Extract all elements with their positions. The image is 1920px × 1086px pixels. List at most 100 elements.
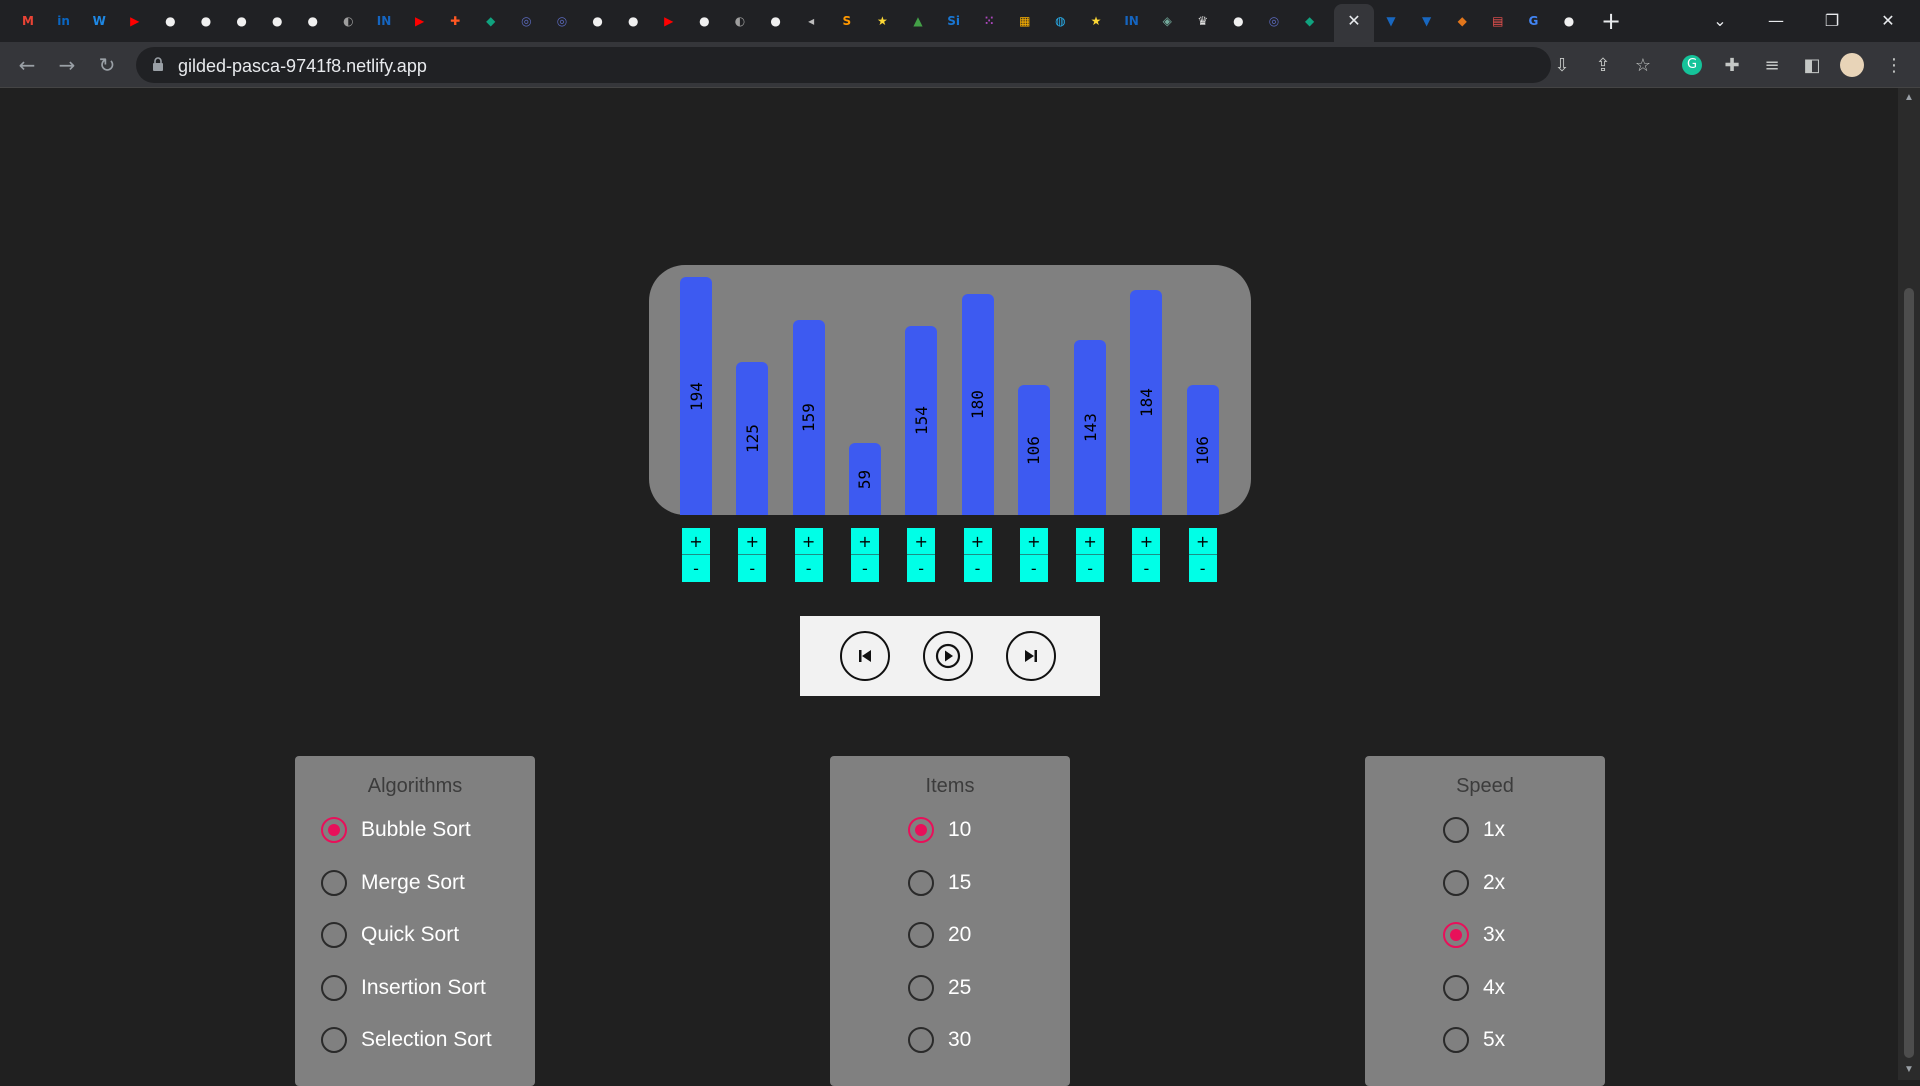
globe-icon[interactable]: ◐ (729, 10, 751, 32)
google-icon[interactable]: G (1522, 10, 1544, 32)
increment-button[interactable]: + (1188, 528, 1217, 555)
radio-button[interactable] (908, 974, 934, 1001)
speed-option[interactable]: 4x (1443, 968, 1505, 1008)
speaker-icon[interactable]: ◂ (800, 10, 822, 32)
decrement-button[interactable]: - (738, 555, 766, 582)
algorithms-option[interactable]: Selection Sort (321, 1020, 492, 1060)
forward-icon[interactable]: → (52, 50, 82, 80)
github-icon[interactable]: ● (622, 10, 644, 32)
store-icon[interactable]: ▤ (1487, 10, 1509, 32)
puzzle-icon[interactable]: ✚ (444, 10, 466, 32)
extensions-icon[interactable]: ✚ (1719, 52, 1745, 78)
decrement-button[interactable]: - (851, 555, 879, 582)
github-icon[interactable]: ● (159, 10, 181, 32)
share-icon[interactable]: ⇪ (1590, 52, 1616, 78)
decrement-button[interactable]: - (682, 555, 710, 582)
star-icon[interactable]: ★ (871, 10, 893, 32)
decrement-button[interactable]: - (1132, 555, 1160, 582)
swirl-icon[interactable]: ◎ (551, 10, 573, 32)
items-option[interactable]: 25 (908, 968, 971, 1008)
radio-button[interactable] (1443, 1027, 1469, 1053)
radio-button[interactable] (908, 922, 934, 948)
avatar[interactable] (1839, 52, 1865, 78)
items-option[interactable]: 30 (908, 1020, 971, 1060)
algorithms-option[interactable]: Bubble Sort (321, 810, 471, 850)
vuetify-icon[interactable]: ▼ (1416, 10, 1438, 32)
media-icon[interactable]: ≡ (1759, 52, 1785, 78)
radio-button[interactable] (1443, 922, 1469, 948)
restore-icon[interactable]: ❐ (1804, 0, 1860, 40)
decrement-button[interactable]: - (1020, 555, 1048, 582)
github-icon[interactable]: ● (195, 10, 217, 32)
radio-button[interactable] (1443, 869, 1469, 896)
tab-search-icon[interactable]: ⌄ (1692, 0, 1748, 40)
github-icon[interactable]: ● (302, 10, 324, 32)
metamask-icon[interactable]: ◆ (1451, 10, 1473, 32)
close-icon[interactable]: ✕ (1343, 9, 1365, 31)
swirl-icon[interactable]: ◎ (515, 10, 537, 32)
si-icon[interactable]: Si (943, 10, 965, 32)
decrement-button[interactable]: - (1076, 555, 1104, 582)
increment-button[interactable]: + (907, 528, 936, 555)
minimize-icon[interactable]: — (1748, 0, 1804, 40)
github-icon[interactable]: ● (1558, 10, 1580, 32)
install-icon[interactable]: ⇩ (1549, 52, 1575, 78)
radio-button[interactable] (1443, 817, 1469, 843)
radio-button[interactable] (908, 817, 934, 843)
radio-button[interactable] (321, 1027, 347, 1053)
diamond-icon[interactable]: ◆ (480, 10, 502, 32)
github-icon[interactable]: ● (231, 10, 253, 32)
decrement-button[interactable]: - (795, 555, 823, 582)
star-icon[interactable]: ★ (1085, 10, 1107, 32)
w-icon[interactable]: W (88, 10, 110, 32)
new-tab-button[interactable]: + (1598, 7, 1624, 35)
bookmark-star-icon[interactable]: ☆ (1630, 52, 1656, 78)
github-icon[interactable]: ● (587, 10, 609, 32)
reload-icon[interactable]: ↻ (92, 50, 122, 80)
speed-option[interactable]: 1x (1443, 810, 1505, 850)
increment-button[interactable]: + (1019, 528, 1048, 555)
vuetify-icon[interactable]: ▼ (1380, 10, 1402, 32)
earth-icon[interactable]: ◍ (1049, 10, 1071, 32)
scroll-up-icon[interactable]: ▲ (1903, 92, 1915, 103)
algorithms-option[interactable]: Insertion Sort (321, 968, 486, 1008)
radio-button[interactable] (1443, 974, 1469, 1001)
back-icon[interactable]: ← (12, 50, 42, 80)
decrement-button[interactable]: - (964, 555, 992, 582)
swirl-icon[interactable]: ◎ (1263, 10, 1285, 32)
play-button[interactable] (923, 631, 973, 681)
crown-icon[interactable]: ♛ (1192, 10, 1214, 32)
increment-button[interactable]: + (794, 528, 823, 555)
youtube-icon[interactable]: ▶ (124, 10, 146, 32)
speed-option[interactable]: 5x (1443, 1020, 1505, 1060)
items-option[interactable]: 10 (908, 810, 971, 850)
radio-button[interactable] (321, 869, 347, 896)
side-panel-icon[interactable]: ◧ (1799, 52, 1825, 78)
tree-icon[interactable]: ▲ (907, 10, 929, 32)
radio-button[interactable] (321, 922, 347, 948)
github-icon[interactable]: ● (1227, 10, 1249, 32)
increment-button[interactable]: + (1132, 528, 1161, 555)
radio-button[interactable] (321, 817, 347, 843)
radio-button[interactable] (321, 974, 347, 1001)
window-close-icon[interactable]: ✕ (1860, 0, 1916, 40)
diamond-icon[interactable]: ◆ (1299, 10, 1321, 32)
radio-button[interactable] (908, 869, 934, 896)
increment-button[interactable]: + (963, 528, 992, 555)
chatgpt-icon[interactable]: ◈ (1156, 10, 1178, 32)
linkedin-icon[interactable]: in (53, 10, 75, 32)
scroll-thumb[interactable] (1904, 288, 1914, 1058)
speed-option[interactable]: 3x (1443, 915, 1505, 955)
increment-button[interactable]: + (850, 528, 879, 555)
algorithms-option[interactable]: Quick Sort (321, 915, 459, 955)
step-forward-button[interactable] (1006, 631, 1056, 681)
increment-button[interactable]: + (682, 528, 710, 555)
radio-button[interactable] (908, 1027, 934, 1053)
address-bar[interactable]: gilded-pasca-9741f8.netlify.app ⇩ ⇪ ☆ (136, 47, 1651, 83)
decrement-button[interactable]: - (1189, 555, 1217, 582)
gmail-icon[interactable]: M (17, 10, 39, 32)
step-back-button[interactable] (840, 631, 890, 681)
grammarly-icon[interactable]: G (1679, 52, 1705, 78)
algorithms-option[interactable]: Merge Sort (321, 863, 465, 903)
menu-icon[interactable]: ⋮ (1881, 52, 1907, 78)
